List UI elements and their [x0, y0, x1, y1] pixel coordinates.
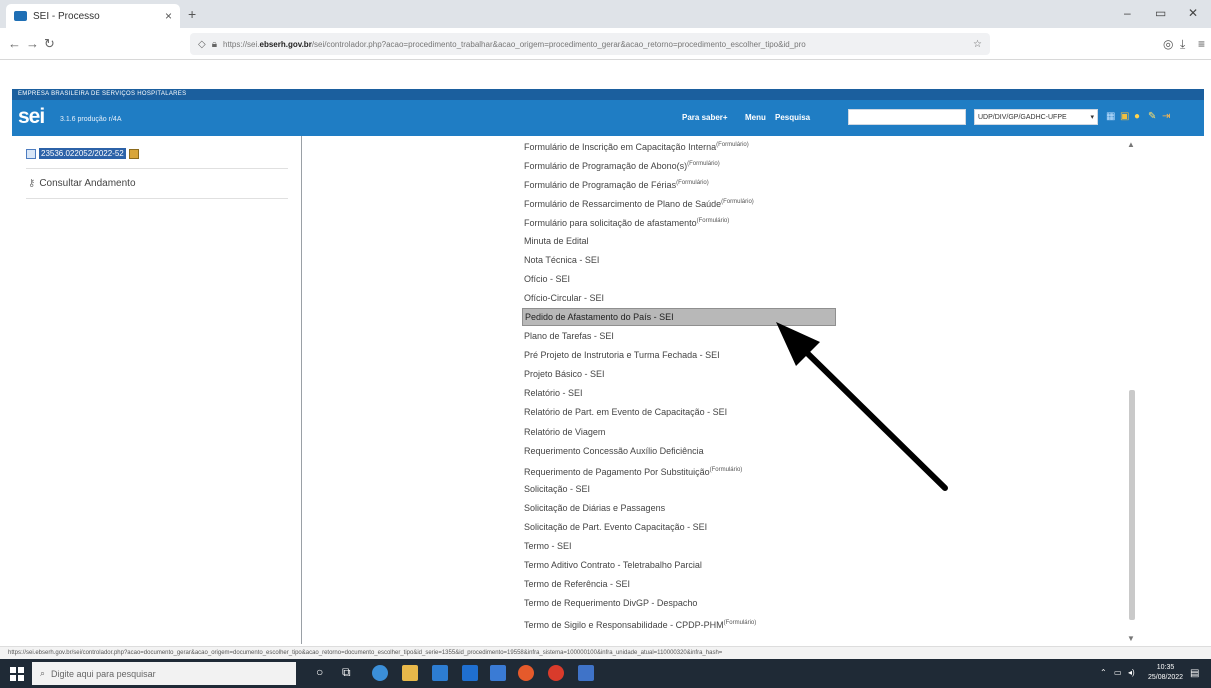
clock-time: 10:35 [1156, 664, 1175, 671]
cortana-icon[interactable]: ○ [316, 665, 332, 681]
windows-start-icon[interactable] [10, 667, 24, 681]
file-explorer-icon[interactable] [402, 665, 418, 681]
clock[interactable]: 10:35 25/08/2022 [1148, 663, 1183, 683]
store-icon[interactable] [432, 665, 448, 681]
notifications-icon[interactable]: ▤ [1190, 668, 1199, 679]
taskbar-search-placeholder: Digite aqui para pesquisar [51, 668, 156, 679]
tray-chevron-icon[interactable]: ⌃ [1100, 668, 1107, 677]
volume-icon[interactable]: ◂) [1128, 668, 1135, 677]
word-icon[interactable] [462, 665, 478, 681]
task-view-icon[interactable]: ⧉ [342, 665, 358, 681]
arrow-annotation [776, 322, 948, 491]
taskbar-search[interactable]: ⌕ Digite aqui para pesquisar [32, 662, 296, 685]
search-icon: ⌕ [40, 668, 46, 678]
network-icon[interactable]: ▭ [1114, 668, 1122, 677]
firefox-icon[interactable] [518, 665, 534, 681]
status-url: https://sei.ebserh.gov.br/sei/controlado… [0, 646, 1211, 659]
chrome-icon[interactable] [548, 665, 564, 681]
taskbar: ⌕ Digite aqui para pesquisar ○ ⧉ ⌃ ▭ ◂) … [0, 659, 1211, 688]
arrow-shaft [797, 343, 948, 491]
clock-date: 25/08/2022 [1148, 674, 1184, 681]
mail-icon[interactable] [490, 665, 506, 681]
teams-icon[interactable] [578, 665, 594, 681]
edge-icon[interactable] [372, 665, 388, 681]
